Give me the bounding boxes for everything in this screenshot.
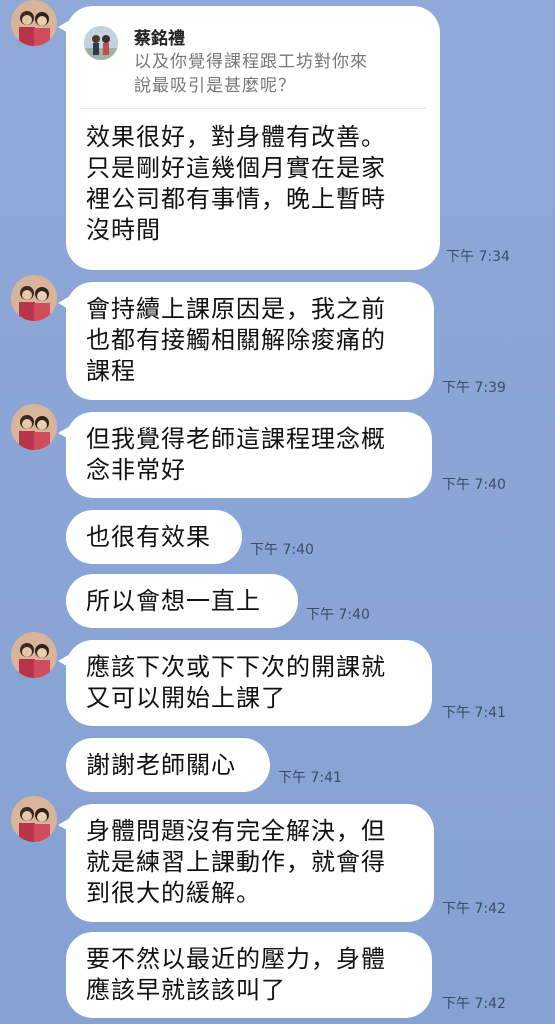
reply-sender-name: 蔡銘禮 — [134, 29, 185, 49]
message-bubble[interactable]: 身體問題沒有完全解決，但 就是練習上課動作，就會得 到很大的緩解。 — [58, 804, 434, 922]
bubble-tail — [58, 654, 70, 668]
message-bubble[interactable]: 所以會想一直上 — [66, 574, 298, 628]
bubble-tail — [58, 296, 70, 310]
message-text: 身體問題沒有完全解決，但 就是練習上課動作，就會得 到很大的緩解。 — [86, 817, 386, 907]
message-timestamp: 下午 7:40 — [442, 477, 506, 493]
message-bubble[interactable]: 應該下次或下下次的開課就 又可以開始上課了 — [58, 640, 432, 726]
sender-avatar[interactable] — [11, 404, 57, 450]
message-timestamp: 下午 7:39 — [442, 380, 506, 396]
avatar-photo-icon — [11, 632, 57, 678]
message-text: 會持續上課原因是，我之前 也都有接觸相關解除痠痛的 課程 — [86, 295, 386, 385]
avatar-photo-icon — [11, 404, 57, 450]
message-text: 要不然以最近的壓力，身體 應該早就該該叫了 — [86, 945, 386, 1004]
message-timestamp: 下午 7:42 — [442, 901, 506, 917]
message-bubble[interactable]: 要不然以最近的壓力，身體 應該早就該該叫了 — [66, 932, 432, 1018]
message-text: 但我覺得老師這課程理念概 念非常好 — [86, 425, 386, 484]
message-bubble[interactable]: 也很有效果 — [66, 510, 242, 564]
quoted-reply[interactable]: 蔡銘禮 以及你覺得課程跟工坊對你來 說最吸引是甚麼呢？ — [80, 20, 426, 109]
sender-avatar[interactable] — [11, 0, 57, 46]
message-bubble-reply[interactable]: 蔡銘禮 以及你覺得課程跟工坊對你來 說最吸引是甚麼呢？ 效果很好，對身體有改善。… — [58, 6, 440, 270]
message-bubble[interactable]: 但我覺得老師這課程理念概 念非常好 — [58, 412, 432, 498]
reply-photo-icon — [84, 26, 118, 60]
avatar-photo-icon — [11, 0, 57, 46]
message-timestamp: 下午 7:41 — [442, 705, 506, 721]
avatar-photo-icon — [11, 796, 57, 842]
message-text: 應該下次或下下次的開課就 又可以開始上課了 — [86, 653, 386, 712]
avatar-photo-icon — [11, 275, 57, 321]
reply-avatar — [84, 26, 118, 60]
message-text: 效果很好，對身體有改善。 只是剛好這幾個月實在是家 裡公司都有事情，晚上暫時 沒… — [86, 123, 386, 244]
message-timestamp: 下午 7:34 — [446, 249, 510, 265]
sender-avatar[interactable] — [11, 275, 57, 321]
reply-quoted-text: 以及你覺得課程跟工坊對你來 說最吸引是甚麼呢？ — [134, 52, 368, 96]
message-text: 謝謝老師關心 — [86, 751, 236, 779]
message-timestamp: 下午 7:40 — [250, 542, 314, 558]
bubble-tail — [58, 426, 70, 440]
bubble-tail — [58, 20, 70, 34]
message-text: 所以會想一直上 — [86, 587, 261, 615]
message-timestamp: 下午 7:40 — [306, 607, 370, 623]
bubble-tail — [58, 818, 70, 832]
sender-avatar[interactable] — [11, 632, 57, 678]
sender-avatar[interactable] — [11, 796, 57, 842]
message-text: 也很有效果 — [86, 523, 211, 551]
message-timestamp: 下午 7:42 — [442, 996, 506, 1012]
message-bubble[interactable]: 謝謝老師關心 — [66, 738, 270, 792]
message-timestamp: 下午 7:41 — [278, 770, 342, 786]
message-bubble[interactable]: 會持續上課原因是，我之前 也都有接觸相關解除痠痛的 課程 — [58, 282, 434, 400]
